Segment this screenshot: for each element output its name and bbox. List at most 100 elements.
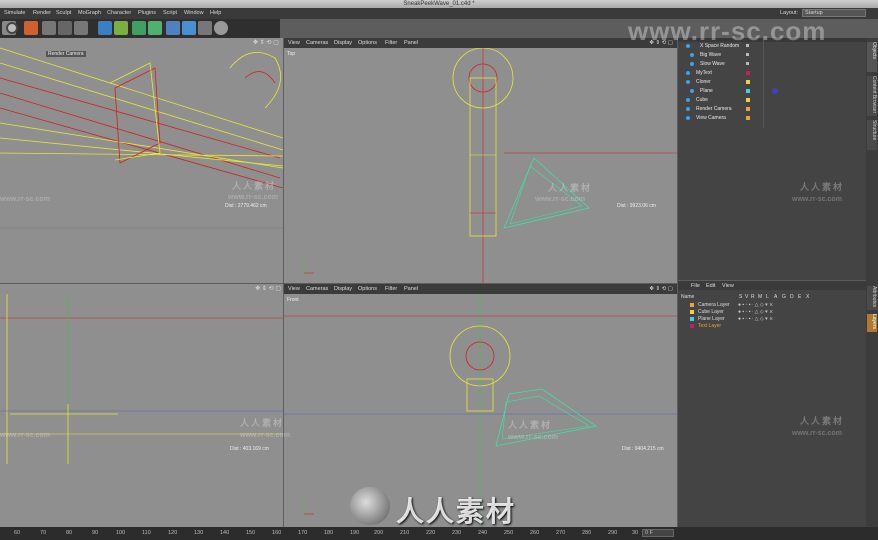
layer-color-swatch[interactable] — [690, 324, 694, 328]
menu-script[interactable]: Script — [163, 10, 177, 16]
tick-label: 120 — [168, 530, 178, 536]
vp-menu-panel[interactable]: Panel — [404, 40, 418, 46]
menu-render[interactable]: Render — [33, 10, 51, 16]
watermark-sub: www.rr-sc.com — [0, 432, 50, 439]
layer-menu-edit[interactable]: Edit — [706, 283, 715, 289]
layer-flags[interactable]: ● ▪ ▫ ▪ ∙ △ ◇ ▾ ⨯ ● ▪ ▫ ▪ ∙ △ ◇ ▾ ⨯ ● ▪ ▫ … — [738, 302, 818, 322]
nurbs-icon[interactable] — [132, 21, 146, 35]
tick-label: 90 — [92, 530, 99, 536]
tab-structure[interactable]: Structure — [867, 120, 877, 150]
layer-col-d: D — [790, 294, 794, 300]
perspective-distance: Dist : 2779.462 cm — [225, 203, 267, 209]
vp-menu-view[interactable]: View — [288, 40, 300, 46]
tick-label: 70 — [40, 530, 47, 536]
render-picture-icon[interactable] — [74, 21, 88, 35]
vp-menu-cameras[interactable]: Cameras — [306, 40, 328, 46]
layer-col-e: E — [798, 294, 802, 300]
right-distance: Dist : 403.169 cm — [230, 446, 269, 452]
layer-row[interactable]: Text Layer — [678, 323, 866, 330]
viewport-perspective[interactable]: Render Camera Dist : 2779.462 cm ✥ ⇕ ⟲ ▢ — [0, 38, 283, 283]
render-settings-icon[interactable] — [58, 21, 72, 35]
layer-menu-file[interactable]: File — [691, 283, 700, 289]
viewport-right[interactable]: ✥ ⇕ ⟲ ▢ Dist : 403.169 cm — [0, 284, 283, 527]
vp-menu-panel[interactable]: Panel — [404, 286, 418, 292]
tick-label: 260 — [530, 530, 540, 536]
layer-name: Cube Layer — [698, 309, 724, 315]
tick-label: 160 — [272, 530, 282, 536]
camera-icon[interactable] — [198, 21, 212, 35]
watermark-logo-icon — [350, 487, 390, 525]
menu-mograph[interactable]: MoGraph — [78, 10, 101, 16]
array-icon[interactable] — [148, 21, 162, 35]
watermark-cn: 人人素材 — [240, 418, 285, 428]
tick-label: 180 — [324, 530, 334, 536]
watermark-cn: 人人素材 — [800, 182, 845, 192]
right-wireframe — [0, 294, 283, 464]
layer-color-swatch[interactable] — [690, 310, 694, 314]
layer-name: Text Layer — [698, 323, 722, 329]
menu-help[interactable]: Help — [210, 10, 221, 16]
tab-attributes[interactable]: Attributes — [867, 286, 877, 310]
tick-label: 30 — [632, 530, 639, 536]
viewport-nav-icons[interactable]: ✥ ⇕ ⟲ ▢ — [649, 286, 673, 292]
side-tab-strip: Objects Content Browser Structure Attrib… — [866, 38, 878, 527]
object-manager: X Space Random Big Wave Slow Wave MyText… — [678, 38, 866, 280]
watermark-site: www.rr-sc.com — [628, 16, 827, 46]
vp-menu-filter[interactable]: Filter — [385, 286, 397, 292]
tick-label: 290 — [608, 530, 618, 536]
light-icon[interactable] — [214, 21, 228, 35]
watermark-cn: 人人素材 — [508, 420, 553, 430]
tab-layers[interactable]: Layers — [867, 314, 877, 332]
watermark-cn: 人人素材 — [548, 183, 593, 193]
watermark-cn: 人人素材 — [232, 181, 277, 191]
layer-col-a: A — [774, 294, 778, 300]
vp-menu-view[interactable]: View — [288, 286, 300, 292]
vp-menu-options[interactable]: Options — [358, 40, 377, 46]
tick-label: 130 — [194, 530, 204, 536]
layer-menu-view[interactable]: View — [722, 283, 734, 289]
viewport-nav-icons[interactable]: ✥ ⇕ ⟲ ▢ — [253, 39, 281, 46]
menu-window[interactable]: Window — [184, 10, 204, 16]
layer-color-swatch[interactable] — [690, 303, 694, 307]
floor-icon[interactable] — [182, 21, 196, 35]
tab-objects[interactable]: Objects — [867, 42, 877, 72]
vp-menu-display[interactable]: Display — [334, 40, 352, 46]
vp-menu-filter[interactable]: Filter — [385, 40, 397, 46]
vp-menu-cameras[interactable]: Cameras — [306, 286, 328, 292]
watermark-sub: www.rr-sc.com — [792, 196, 842, 203]
tick-label: 210 — [400, 530, 410, 536]
layer-name: Camera Layer — [698, 302, 730, 308]
layer-col-g: G — [782, 294, 786, 300]
vp-menu-options[interactable]: Options — [358, 286, 377, 292]
viewport-top[interactable]: View Cameras Display Options Filter Pane… — [284, 38, 677, 283]
layer-col-v: V — [745, 294, 749, 300]
cube-primitive-icon[interactable] — [98, 21, 112, 35]
watermark-sub: www.rr-sc.com — [508, 434, 558, 441]
live-select-icon[interactable] — [24, 21, 38, 35]
layer-color-swatch[interactable] — [690, 317, 694, 321]
tick-label: 190 — [350, 530, 360, 536]
tick-label: 150 — [246, 530, 256, 536]
move-tool-icon[interactable] — [6, 22, 18, 34]
tab-content-browser[interactable]: Content Browser — [867, 76, 877, 116]
vp-menu-display[interactable]: Display — [334, 286, 352, 292]
watermark-cn-large: 人人素材 — [396, 496, 517, 527]
tick-label: 170 — [298, 530, 308, 536]
tick-label: 230 — [452, 530, 462, 536]
front-distance: Dist : 9404.215 cm — [622, 446, 664, 452]
current-frame-field[interactable]: 0 F — [642, 529, 674, 537]
menu-sculpt[interactable]: Sculpt — [56, 10, 71, 16]
watermark-sub: www.rr-sc.com — [228, 194, 278, 201]
menu-plugins[interactable]: Plugins — [138, 10, 156, 16]
render-view-icon[interactable] — [42, 21, 56, 35]
deformer-icon[interactable] — [166, 21, 180, 35]
layer-manager: File Edit View Name S V R M L A G D E X … — [678, 281, 866, 527]
layer-header: Name S V R M L A G D E X — [678, 294, 866, 301]
viewport-front-menu: View Cameras Display Options Filter Pane… — [284, 284, 677, 294]
layer-col-m: M — [758, 294, 763, 300]
layer-col-l: L — [766, 294, 769, 300]
menu-simulate[interactable]: Simulate — [4, 10, 25, 16]
layer-col-s: S — [739, 294, 743, 300]
pen-spline-icon[interactable] — [114, 21, 128, 35]
menu-character[interactable]: Character — [107, 10, 131, 16]
